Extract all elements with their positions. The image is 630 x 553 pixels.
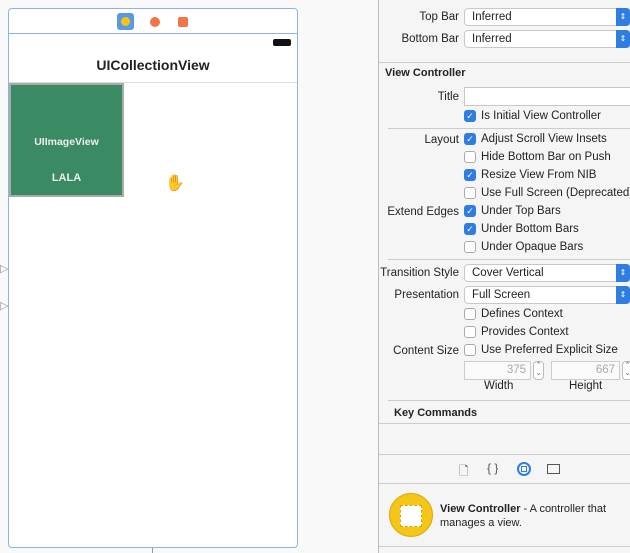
under-bottom-bars-checkbox[interactable]: ✓ Under Bottom Bars [464,223,579,235]
layout-label: Layout [424,134,459,146]
checkbox-icon [464,241,476,253]
presentation-value: Full Screen [472,289,531,301]
checkbox-icon [464,344,476,356]
checkbox-icon [464,151,476,163]
file-icon[interactable]: 🗋 [459,462,469,483]
provides-context-checkbox[interactable]: Provides Context [464,326,569,338]
checkbox-icon: ✓ [464,223,476,235]
braces-icon[interactable]: { } [487,461,498,475]
nav-title: UICollectionView [96,57,210,73]
cell-label: LALA [51,172,82,184]
checkbox-label: Provides Context [481,326,569,338]
exit-icon[interactable] [174,13,191,30]
width-label: Width [484,380,514,392]
defines-context-checkbox[interactable]: Defines Context [464,308,563,320]
checkbox-icon [464,187,476,199]
storyboard-canvas[interactable]: ▷ ▷ UICollectionView UIImageView LALA ✋ [0,0,378,553]
checkbox-icon [464,326,476,338]
stepper-icon: ⇕ [616,286,630,304]
battery-icon [273,39,291,46]
checkbox-label: Under Top Bars [481,205,561,217]
checkbox-icon: ✓ [464,205,476,217]
top-bar-label: Top Bar [419,11,459,23]
library-item[interactable]: View Controller - A controller that mana… [440,502,625,530]
checkbox-label: Resize View From NIB [481,169,597,181]
hand-cursor-icon: ✋ [165,175,185,192]
height-stepper[interactable]: ⌃ ⌄ [622,361,630,380]
view-controller-scene[interactable]: UICollectionView UIImageView LALA ✋ [8,8,298,548]
under-top-bars-checkbox[interactable]: ✓ Under Top Bars [464,205,561,217]
adjust-scroll-insets-checkbox[interactable]: ✓ Adjust Scroll View Insets [464,133,607,145]
transition-style-label: Transition Style [380,267,459,279]
checkbox-label: Adjust Scroll View Insets [481,133,607,145]
scene-dock [9,9,297,34]
checkbox-icon: ✓ [464,133,476,145]
content-size-label: Content Size [393,345,459,357]
checkbox-label: Under Opaque Bars [481,241,584,253]
section-title: View Controller [385,67,466,79]
title-input[interactable] [464,87,630,106]
checkbox-label: Defines Context [481,308,563,320]
checkbox-icon: ✓ [464,169,476,181]
view-controller-library-icon[interactable] [389,493,433,537]
stepper-icon: ⇕ [616,264,630,282]
first-responder-icon[interactable] [146,13,163,30]
checkbox-label: Use Preferred Explicit Size [481,344,618,356]
view-controller-icon[interactable] [117,13,134,30]
top-bar-value: Inferred [472,11,512,23]
title-label: Title [437,91,459,103]
navigation-bar: UICollectionView [9,34,297,83]
extend-edges-label: Extend Edges [387,206,459,218]
media-icon[interactable] [547,464,560,474]
preferred-size-checkbox[interactable]: Use Preferred Explicit Size [464,344,618,356]
under-opaque-bars-checkbox[interactable]: Under Opaque Bars [464,241,583,253]
height-label: Height [569,380,603,392]
bottom-bar-select[interactable]: Inferred ⇕ [464,30,630,48]
bottom-bar-value: Inferred [472,33,512,45]
stepper-icon: ⇕ [616,8,630,26]
presentation-label: Presentation [394,289,459,301]
full-screen-checkbox[interactable]: Use Full Screen (Deprecated) [464,187,630,199]
presentation-select[interactable]: Full Screen ⇕ [464,286,630,304]
transition-style-value: Cover Vertical [472,267,544,279]
attributes-inspector: Top Bar Inferred ⇕ Bottom Bar Inferred ⇕ V… [378,0,630,553]
resize-view-checkbox[interactable]: ✓ Resize View From NIB [464,169,596,181]
key-commands-header: Key Commands [394,407,478,419]
width-field[interactable]: 375 [464,361,531,380]
hide-bottom-bar-checkbox[interactable]: Hide Bottom Bar on Push [464,151,611,163]
stepper-icon: ⇕ [616,30,630,48]
collection-view-cell[interactable]: UIImageView LALA [9,83,124,197]
transition-style-select[interactable]: Cover Vertical ⇕ [464,264,630,282]
image-view-label: UIImageView [34,136,99,148]
width-stepper[interactable]: ⌃ ⌄ [533,361,544,380]
library-item-title: View Controller [440,503,521,515]
checkbox-label: Use Full Screen (Deprecated) [481,187,630,199]
checkbox-label: Under Bottom Bars [481,223,579,235]
height-field[interactable]: 667 [551,361,620,380]
object-icon[interactable] [517,462,531,476]
checkbox-icon [464,308,476,320]
is-initial-checkbox[interactable]: ✓ Is Initial View Controller [464,110,601,122]
checkbox-label: Hide Bottom Bar on Push [481,151,611,163]
checkbox-label: Is Initial View Controller [481,110,601,122]
checkbox-icon: ✓ [464,110,476,122]
top-bar-select[interactable]: Inferred ⇕ [464,8,630,26]
bottom-bar-label: Bottom Bar [401,33,459,45]
